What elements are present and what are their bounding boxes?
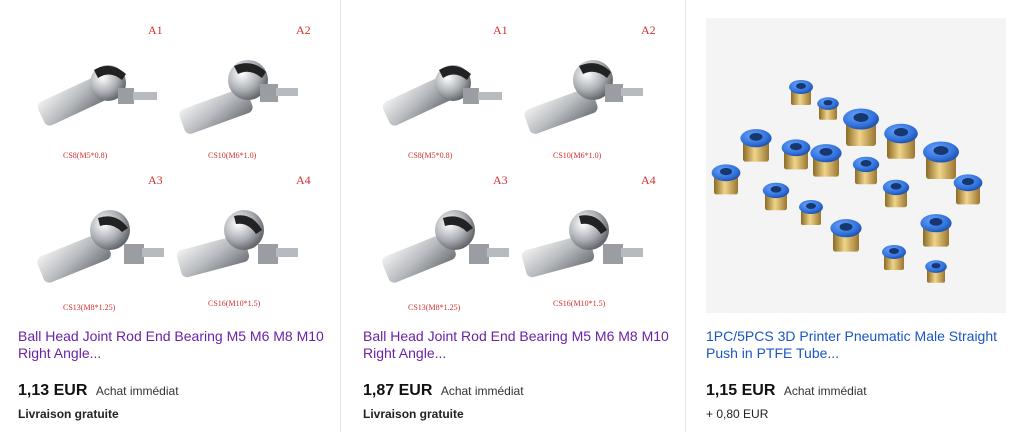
product-image[interactable]: A1 CS8(M5*0.8) A2 CS10(M6*1.0) A3 CS13(M… xyxy=(18,18,320,318)
label-a4: A4 xyxy=(296,173,311,187)
listing-title-link[interactable]: 1PC/5PCS 3D Printer Pneumatic Male Strai… xyxy=(706,328,1010,362)
listing-grid: A1 CS8(M5*0.8) A2 CS10(M6*1.0) A3 CS13(M… xyxy=(0,0,1024,432)
price-row: 1,87 EUR Achat immédiat xyxy=(363,382,524,400)
buy-format: Achat immédiat xyxy=(95,384,179,398)
listing-card[interactable]: A1 CS8(M5*0.8) A2 CS10(M6*1.0) A3 CS13(M… xyxy=(0,0,341,432)
listing-title-link[interactable]: Ball Head Joint Rod End Bearing M5 M6 M8… xyxy=(18,328,326,362)
buy-format: Achat immédiat xyxy=(440,384,524,398)
shipping-cost: + 0,80 EUR xyxy=(706,407,769,421)
label-cs16: CS16(M10*1.5) xyxy=(553,299,606,308)
label-a1: A1 xyxy=(493,23,508,37)
label-a1: A1 xyxy=(148,23,163,37)
ball-joint-product-image: A1 CS8(M5*0.8) A2 CS10(M6*1.0) A3 CS13(M… xyxy=(382,23,656,312)
price: 1,87 EUR xyxy=(363,382,433,399)
listing-card[interactable]: 1PC/5PCS 3D Printer Pneumatic Male Strai… xyxy=(686,0,1024,432)
price-row: 1,13 EUR Achat immédiat xyxy=(18,382,179,400)
label-cs10: CS10(M6*1.0) xyxy=(208,151,257,160)
pneumatic-fitting-product-image xyxy=(711,80,983,283)
ball-joint-product-image: A1 CS8(M5*0.8) A2 CS10(M6*1.0) A3 CS13(M… xyxy=(37,23,311,312)
label-a2: A2 xyxy=(296,23,311,37)
label-a2: A2 xyxy=(641,23,656,37)
price-row: 1,15 EUR Achat immédiat xyxy=(706,382,867,400)
buy-format: Achat immédiat xyxy=(783,384,867,398)
label-cs10: CS10(M6*1.0) xyxy=(553,151,602,160)
label-cs8: CS8(M5*0.8) xyxy=(63,151,108,160)
listing-card[interactable]: A1 CS8(M5*0.8) A2 CS10(M6*1.0) A3 CS13(M… xyxy=(341,0,686,432)
price: 1,15 EUR xyxy=(706,382,776,399)
label-cs13: CS13(M8*1.25) xyxy=(408,303,461,312)
label-a3: A3 xyxy=(493,173,508,187)
product-image[interactable] xyxy=(706,18,1006,313)
label-cs13: CS13(M8*1.25) xyxy=(63,303,116,312)
label-cs8: CS8(M5*0.8) xyxy=(408,151,453,160)
label-cs16: CS16(M10*1.5) xyxy=(208,299,261,308)
price: 1,13 EUR xyxy=(18,382,88,399)
listing-title-link[interactable]: Ball Head Joint Rod End Bearing M5 M6 M8… xyxy=(363,328,671,362)
label-a3: A3 xyxy=(148,173,163,187)
shipping-info: Livraison gratuite xyxy=(18,407,119,421)
product-image[interactable]: A1 CS8(M5*0.8) A2 CS10(M6*1.0) A3 CS13(M… xyxy=(363,18,665,318)
label-a4: A4 xyxy=(641,173,656,187)
shipping-info: Livraison gratuite xyxy=(363,407,464,421)
